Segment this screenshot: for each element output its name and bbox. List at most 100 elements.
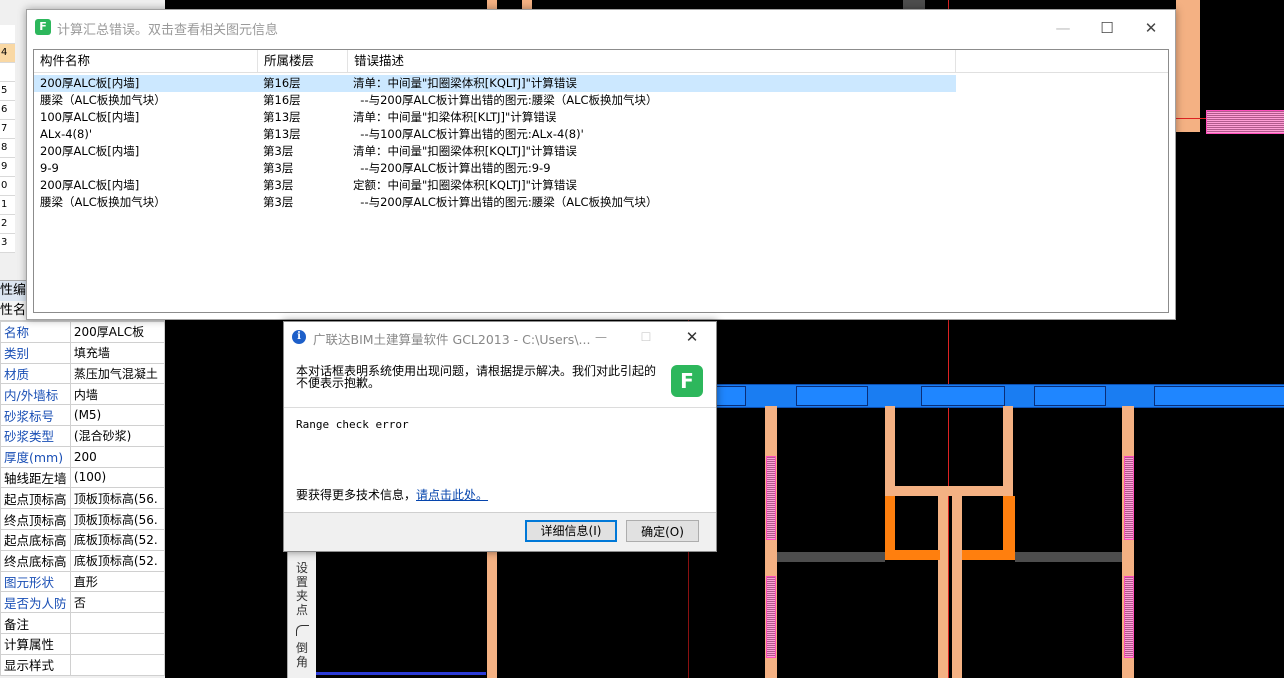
property-row[interactable]: 内/外墙标 内墙 <box>0 383 166 406</box>
set-grip-button[interactable]: 设置夹点 <box>296 561 310 617</box>
wall-segment[interactable] <box>1003 406 1013 498</box>
error-floor: 第3层 <box>263 161 294 175</box>
property-value[interactable]: 底板顶标高(52. <box>69 549 166 572</box>
column-header-description[interactable]: 错误描述 <box>348 50 956 72</box>
chamfer-button[interactable]: 倒角 <box>296 641 310 669</box>
property-value[interactable]: 顶板顶标高(56. <box>69 487 166 510</box>
beam-segment[interactable] <box>714 386 746 406</box>
property-value[interactable]: (100) <box>69 466 166 489</box>
property-value[interactable]: 顶板顶标高(56. <box>69 508 166 530</box>
property-row[interactable]: 名称 200厚ALC板 <box>0 321 166 343</box>
beam-segment[interactable] <box>921 386 1005 406</box>
selected-wall[interactable] <box>885 550 940 560</box>
beam-segment[interactable] <box>1034 386 1106 406</box>
row-number: 7 <box>0 120 15 139</box>
wall-segment[interactable] <box>1176 0 1200 132</box>
more-info-link[interactable]: 请点击此处。 <box>416 488 488 502</box>
property-key: 终点底标高 <box>0 549 71 572</box>
property-row[interactable]: 终点底标高 底板顶标高(52. <box>0 549 166 572</box>
property-row[interactable]: 起点顶标高 顶板顶标高(56. <box>0 487 166 510</box>
property-row[interactable]: 材质 蒸压加气混凝土 <box>0 362 166 385</box>
beam-segment[interactable] <box>1154 386 1284 406</box>
error-row[interactable]: ALx-4(8)' 第13层 --与100厚ALC板计算出错的图元:ALx-4(… <box>34 126 956 143</box>
property-row[interactable]: 厚度(mm) 200 <box>0 445 166 468</box>
selected-wall[interactable] <box>962 550 1015 560</box>
property-row[interactable]: 显示样式 <box>0 653 166 676</box>
error-dialog: i 广联达BIM土建算量软件 GCL2013 - C:\Users\... — … <box>283 321 717 552</box>
property-row[interactable]: 备注 <box>0 612 166 634</box>
property-key: 显示样式 <box>0 653 71 676</box>
maximize-button[interactable]: ☐ <box>1085 16 1129 40</box>
property-value[interactable] <box>69 612 166 634</box>
dialog-titlebar[interactable]: i 广联达BIM土建算量软件 GCL2013 - C:\Users\... — … <box>284 322 716 352</box>
error-row[interactable]: 腰梁（ALC板换加气块） 第16层 --与200厚ALC板计算出错的图元:腰梁（… <box>34 92 956 109</box>
property-value[interactable]: (M5) <box>69 404 166 426</box>
property-row[interactable]: 砂浆标号 (M5) <box>0 404 166 426</box>
error-description: 清单：中间量"扣圈梁体积[KQLTJ]"计算错误 <box>353 76 577 90</box>
row-number: 1 <box>0 196 15 215</box>
alc-panel-strip[interactable] <box>1124 576 1134 658</box>
wall-segment[interactable] <box>938 486 948 678</box>
column-header-floor[interactable]: 所属楼层 <box>258 50 348 72</box>
error-component: 9-9 <box>40 161 59 175</box>
wall-segment[interactable] <box>885 406 895 498</box>
error-row[interactable]: 9-9 第3层 --与200厚ALC板计算出错的图元:9-9 <box>34 160 956 177</box>
property-row[interactable]: 轴线距左墙 (100) <box>0 466 166 489</box>
error-list[interactable]: 构件名称 所属楼层 错误描述 200厚ALC板[内墙] 第16层 清单：中间量"… <box>33 49 1169 313</box>
error-row[interactable]: 200厚ALC板[内墙] 第3层 定额：中间量"扣圈梁体积[KQLTJ]"计算错… <box>34 177 956 194</box>
error-row[interactable]: 200厚ALC板[内墙] 第3层 清单：中间量"扣圈梁体积[KQLTJ]"计算错… <box>34 143 956 160</box>
property-row[interactable]: 砂浆类型 (混合砂浆) <box>0 424 166 447</box>
error-floor: 第3层 <box>263 195 294 209</box>
minimize-button[interactable]: — <box>589 326 613 348</box>
property-row[interactable]: 是否为人防否 <box>0 591 166 614</box>
error-row[interactable]: 腰梁（ALC板换加气块） 第3层 --与200厚ALC板计算出错的图元:腰梁（A… <box>34 194 956 211</box>
error-row[interactable]: 100厚ALC板[内墙] 第13层 清单：中间量"扣梁体积[KLTJ]"计算错误 <box>34 109 956 126</box>
property-value[interactable] <box>69 653 166 676</box>
property-row[interactable]: 起点底标高 底板顶标高(52. <box>0 528 166 551</box>
alc-panel-strip[interactable] <box>1124 456 1134 540</box>
details-button[interactable]: 详细信息(I) <box>525 520 617 542</box>
window-titlebar[interactable]: F 计算汇总错误。双击查看相关图元信息 — ☐ ✕ <box>27 10 1175 44</box>
column-header-name[interactable]: 构件名称 <box>34 50 258 72</box>
property-row[interactable]: 计算属性 <box>0 632 166 655</box>
maximize-button[interactable]: ☐ <box>634 326 658 348</box>
error-row[interactable]: 200厚ALC板[内墙] 第16层 清单：中间量"扣圈梁体积[KQLTJ]"计算… <box>34 75 956 92</box>
close-button[interactable]: ✕ <box>680 326 704 348</box>
property-row[interactable]: 终点顶标高 顶板顶标高(56. <box>0 508 166 530</box>
error-description: 定额：中间量"扣圈梁体积[KQLTJ]"计算错误 <box>353 178 577 192</box>
minimize-button[interactable]: — <box>1041 16 1085 40</box>
beam-segment[interactable] <box>796 386 868 406</box>
property-value[interactable]: 填充墙 <box>69 341 166 364</box>
property-value[interactable]: (混合砂浆) <box>69 424 166 447</box>
row-number <box>0 63 15 82</box>
property-value[interactable]: 底板顶标高(52. <box>69 528 166 551</box>
alc-panel-strip[interactable] <box>766 456 776 540</box>
property-value[interactable]: 200 <box>69 445 166 468</box>
row-number: 3 <box>0 234 15 253</box>
alc-panel-strip[interactable] <box>766 576 776 658</box>
property-value[interactable]: 200厚ALC板 <box>69 321 166 343</box>
wall-segment[interactable] <box>487 550 497 678</box>
property-key: 砂浆类型 <box>0 424 71 447</box>
property-row[interactable]: 类别 填充墙 <box>0 341 166 364</box>
alc-panel-strip[interactable] <box>1206 110 1284 134</box>
property-row[interactable]: 图元形状 直形 <box>0 570 166 593</box>
dialog-body: Range check error 要获得更多技术信息，请点击此处。 <box>284 408 716 513</box>
row-number: 4 <box>0 44 15 63</box>
property-value[interactable]: 直形 <box>69 570 166 593</box>
error-component: 腰梁（ALC板换加气块） <box>40 93 166 107</box>
more-info-prefix: 要获得更多技术信息， <box>296 488 417 502</box>
gray-beam[interactable] <box>1015 552 1122 562</box>
error-component: 腰梁（ALC板换加气块） <box>40 195 166 209</box>
property-value[interactable] <box>69 632 166 655</box>
error-component: ALx-4(8)' <box>40 127 92 141</box>
property-value[interactable]: 内墙 <box>69 383 166 406</box>
gray-beam[interactable] <box>777 552 885 562</box>
chamfer-icon <box>296 625 309 636</box>
property-value[interactable]: 否 <box>69 591 166 614</box>
wall-segment[interactable] <box>885 486 1013 496</box>
wall-segment[interactable] <box>952 486 962 678</box>
close-button[interactable]: ✕ <box>1129 16 1173 40</box>
ok-button[interactable]: 确定(O) <box>626 520 699 542</box>
property-value[interactable]: 蒸压加气混凝土 <box>69 362 166 385</box>
